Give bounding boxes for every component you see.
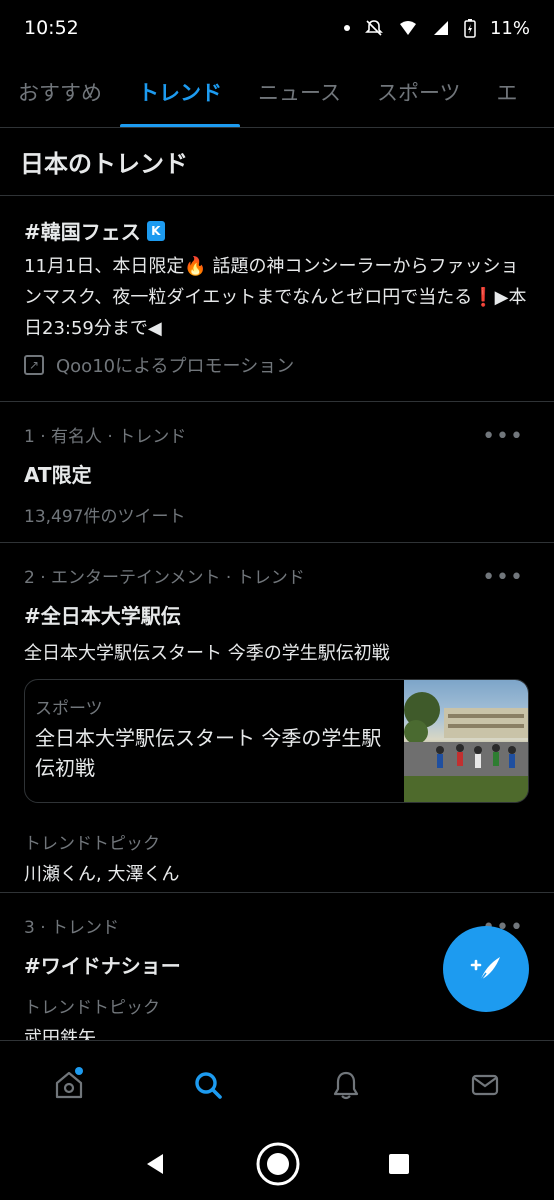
- news-card-headline: 全日本大学駅伝スタート 今季の学生駅伝初戦: [35, 726, 382, 780]
- recents-icon[interactable]: [387, 1152, 411, 1176]
- explore-tabs: おすすめ トレンド ニュース スポーツ エ: [0, 56, 554, 128]
- trend-subtitle: 全日本大学駅伝スタート 今季の学生駅伝初戦: [24, 643, 390, 664]
- bell-icon: [334, 1071, 359, 1099]
- compose-feather-icon: [470, 957, 500, 982]
- promoted-trend-description: 11月1日、本日限定🔥 話題の神コンシーラーからファッションマスク、夜一粒ダイエ…: [24, 256, 527, 339]
- trend-tweet-count: 13,497件のツイート: [24, 507, 186, 527]
- battery-icon: [464, 19, 476, 38]
- compose-tweet-button[interactable]: [443, 926, 529, 1012]
- nav-search[interactable]: [178, 1055, 238, 1115]
- tab-sports[interactable]: スポーツ: [359, 56, 479, 127]
- home-circle-icon[interactable]: [255, 1141, 301, 1187]
- mute-bell-icon: [365, 20, 383, 36]
- system-navigation: [0, 1128, 554, 1200]
- promoted-arrow-icon: ↗: [24, 355, 44, 375]
- trend-item[interactable]: 1 · 有名人 · トレンド AT限定 13,497件のツイート •••: [0, 402, 554, 543]
- section-title: 日本のトレンド: [0, 128, 554, 196]
- promoted-trend[interactable]: #韓国フェス K 11月1日、本日限定🔥 話題の神コンシーラーからファッションマ…: [0, 196, 554, 402]
- nav-messages[interactable]: [455, 1055, 515, 1115]
- trend-meta: 3 · トレンド: [24, 918, 120, 938]
- trend-topic-label: トレンドトピック: [24, 834, 160, 854]
- trend-topic-value: 川瀬くん, 大澤くん: [24, 864, 180, 885]
- nav-home[interactable]: [39, 1055, 99, 1115]
- more-options-icon[interactable]: •••: [482, 565, 524, 590]
- mail-icon: [471, 1074, 498, 1095]
- promoted-by-label: Qoo10によるプロモーション: [56, 356, 295, 377]
- signal-icon: [433, 21, 448, 35]
- tab-trending[interactable]: トレンド: [120, 56, 240, 127]
- runners-photo-icon: [404, 692, 528, 802]
- status-icons: 11%: [343, 17, 530, 39]
- more-options-icon[interactable]: •••: [482, 424, 524, 449]
- search-icon: [195, 1071, 222, 1099]
- status-bar: 10:52 11%: [0, 0, 554, 56]
- wifi-icon: [399, 21, 416, 35]
- news-card-category: スポーツ: [35, 699, 103, 719]
- news-card-text: スポーツ 全日本大学駅伝スタート 今季の学生駅伝初戦: [25, 680, 404, 802]
- promoted-by: ↗ Qoo10によるプロモーション: [24, 352, 530, 378]
- trend-item[interactable]: 2 · エンターテインメント · トレンド #全日本大学駅伝 全日本大学駅伝スタ…: [0, 543, 554, 893]
- back-icon[interactable]: [143, 1151, 169, 1177]
- trend-name: AT限定: [24, 463, 92, 487]
- promoted-trend-title: #韓国フェス K: [24, 216, 530, 245]
- trend-meta: 1 · 有名人 · トレンド: [24, 427, 187, 447]
- news-card[interactable]: スポーツ 全日本大学駅伝スタート 今季の学生駅伝初戦: [24, 679, 529, 803]
- trend-meta: 2 · エンターテインメント · トレンド: [24, 568, 305, 588]
- news-card-thumbnail: [404, 680, 528, 802]
- status-time: 10:52: [24, 17, 79, 39]
- notification-dot-icon: [343, 25, 350, 31]
- battery-percent: 11%: [489, 17, 530, 39]
- nav-notifications[interactable]: [316, 1055, 376, 1115]
- tab-news[interactable]: ニュース: [240, 56, 359, 127]
- tab-entertainment[interactable]: エ: [479, 56, 536, 127]
- k-badge-icon: K: [146, 220, 165, 241]
- home-new-dot: [75, 1066, 84, 1075]
- promoted-trend-name: #韓国フェス: [24, 220, 141, 244]
- bottom-navigation: [0, 1040, 554, 1128]
- trend-name: #全日本大学駅伝: [24, 604, 181, 628]
- tab-recommended[interactable]: おすすめ: [0, 56, 120, 127]
